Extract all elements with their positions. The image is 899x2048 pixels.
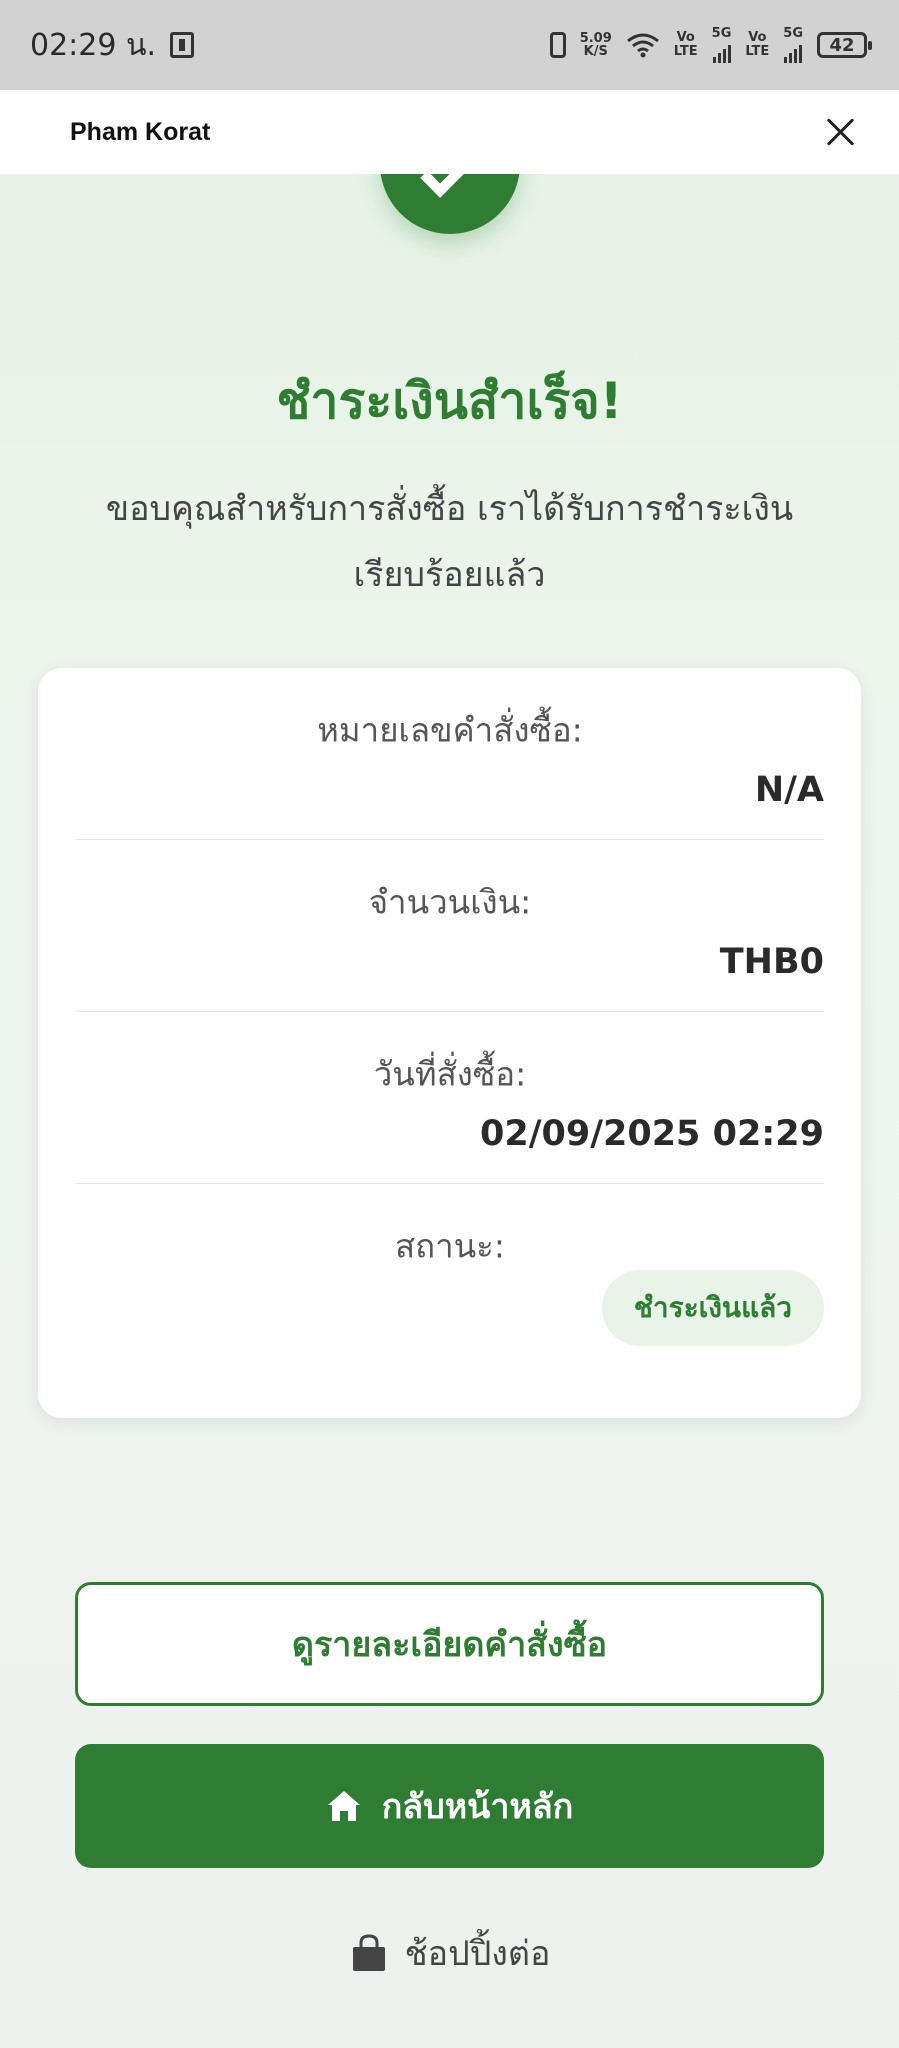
sim1-label-bottom: LTE bbox=[673, 44, 698, 59]
battery-icon: 42 bbox=[817, 32, 872, 58]
view-order-details-button[interactable]: ดูรายละเอียดคำสั่งซื้อ bbox=[75, 1582, 824, 1706]
shopping-bag-icon bbox=[352, 1934, 385, 1971]
order-summary-card: หมายเลขคำสั่งซื้อ: N/A จำนวนเงิน: THB0 ว… bbox=[38, 668, 861, 1418]
sim1-gen: 5G bbox=[711, 26, 732, 41]
sim2-signal: 5G bbox=[783, 27, 803, 63]
back-to-home-button[interactable]: กลับหน้าหลัก bbox=[75, 1744, 824, 1868]
sim1-signal-icon bbox=[712, 41, 731, 63]
success-badge bbox=[380, 174, 520, 234]
continue-shopping-label: ช้อปปิ้งต่อ bbox=[404, 1934, 551, 1974]
sim2-label-bottom: LTE bbox=[745, 44, 770, 59]
back-to-home-label: กลับหน้าหลัก bbox=[381, 1787, 574, 1827]
status-right: 5.09 K/S Vo LTE 5G Vo LTE 5G 42 bbox=[549, 26, 872, 63]
order-date-row: วันที่สั่งซื้อ: 02/09/2025 02:29 bbox=[76, 1012, 824, 1184]
sim2-label-top: Vo bbox=[748, 30, 767, 45]
amount-row: จำนวนเงิน: THB0 bbox=[76, 840, 824, 1012]
status-time: 02:29 น. bbox=[30, 27, 157, 63]
home-icon bbox=[327, 1791, 360, 1821]
status-label: สถานะ: bbox=[394, 1226, 506, 1266]
sim2-gen: 5G bbox=[783, 26, 803, 41]
sim1-label-top: Vo bbox=[676, 30, 695, 45]
order-number-row: หมายเลขคำสั่งซื้อ: N/A bbox=[76, 668, 824, 840]
sim1-label: Vo LTE bbox=[674, 31, 698, 59]
amount-value: THB0 bbox=[719, 942, 824, 982]
success-title: ชำระเงินสำเร็จ! bbox=[276, 372, 623, 430]
network-speed: 5.09 K/S bbox=[580, 32, 612, 58]
success-description: ขอบคุณสำหรับการสั่งซื้อ เราได้รับการชำระ… bbox=[105, 489, 794, 595]
sim2-signal-icon bbox=[784, 41, 803, 63]
network-speed-unit: K/S bbox=[583, 44, 608, 59]
status-row: สถานะ: ชำระเงินแล้ว bbox=[76, 1184, 824, 1356]
order-number-label: หมายเลขคำสั่งซื้อ: bbox=[317, 710, 583, 750]
notification-icon bbox=[170, 32, 195, 58]
wifi-icon bbox=[626, 33, 659, 58]
check-icon bbox=[420, 174, 480, 198]
order-date-value: 02/09/2025 02:29 bbox=[480, 1114, 824, 1154]
sim1-signal: 5G bbox=[711, 26, 732, 63]
app-title: Pham Korat bbox=[70, 117, 211, 146]
status-bar: 02:29 น. 5.09 K/S Vo LTE 5G Vo LTE 5G 42 bbox=[0, 0, 899, 90]
battery-level: 42 bbox=[829, 34, 855, 56]
view-order-details-label: ดูรายละเอียดคำสั่งซื้อ bbox=[291, 1625, 608, 1665]
amount-label: จำนวนเงิน: bbox=[368, 882, 532, 922]
status-badge: ชำระเงินแล้ว bbox=[601, 1270, 824, 1346]
app-bar: Pham Korat bbox=[0, 90, 899, 174]
order-date-label: วันที่สั่งซื้อ: bbox=[373, 1054, 527, 1094]
continue-shopping-link[interactable]: ช้อปปิ้งต่อ bbox=[0, 1926, 899, 1980]
vibrate-icon bbox=[549, 32, 566, 58]
payment-success-page: ชำระเงินสำเร็จ! ขอบคุณสำหรับการสั่งซื้อ … bbox=[0, 174, 899, 2048]
order-number-value: N/A bbox=[754, 770, 824, 810]
sim2-label: Vo LTE bbox=[745, 31, 769, 59]
close-icon[interactable] bbox=[821, 112, 861, 152]
status-left: 02:29 น. bbox=[30, 22, 195, 69]
